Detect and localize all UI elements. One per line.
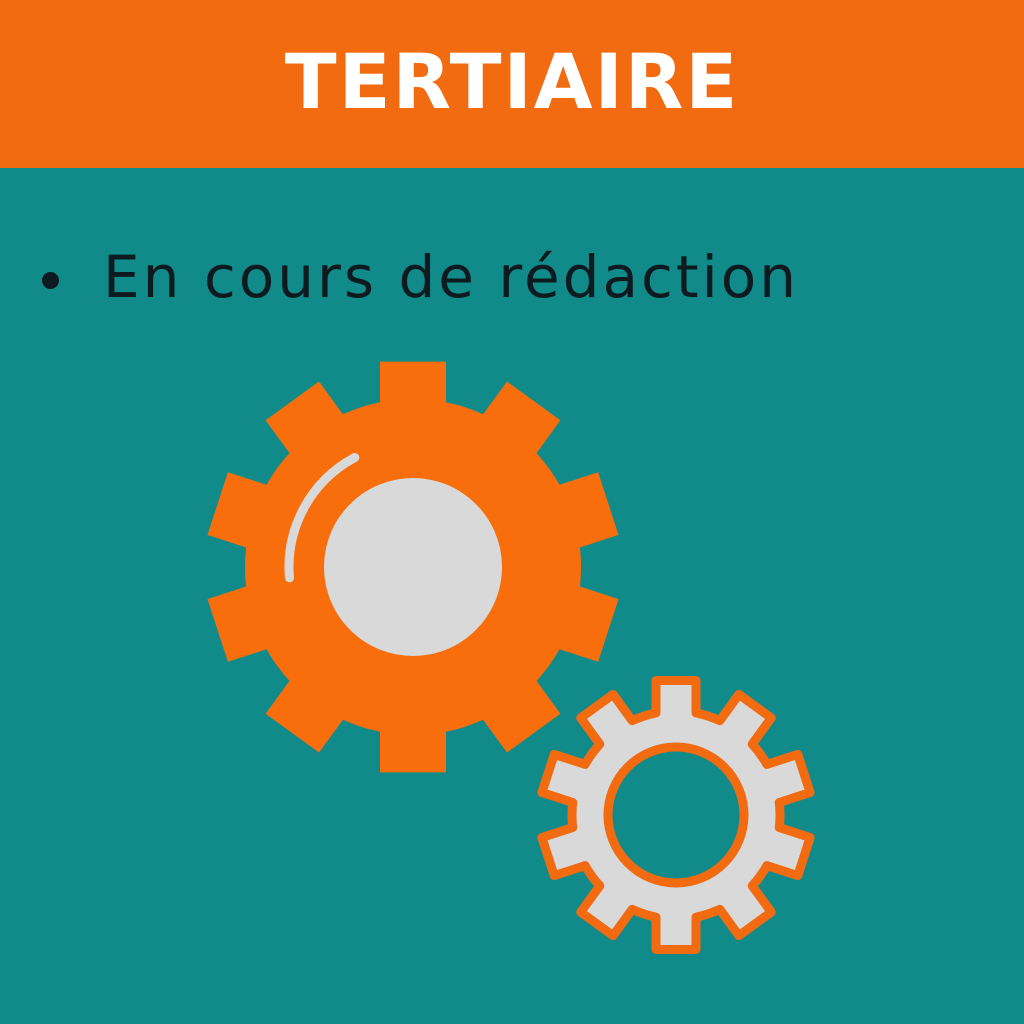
gears-illustration bbox=[207, 361, 815, 954]
large-gear-hub bbox=[324, 478, 502, 656]
small-gear-icon bbox=[537, 676, 815, 954]
small-gear-hole bbox=[603, 742, 749, 888]
large-gear-icon bbox=[207, 361, 619, 773]
